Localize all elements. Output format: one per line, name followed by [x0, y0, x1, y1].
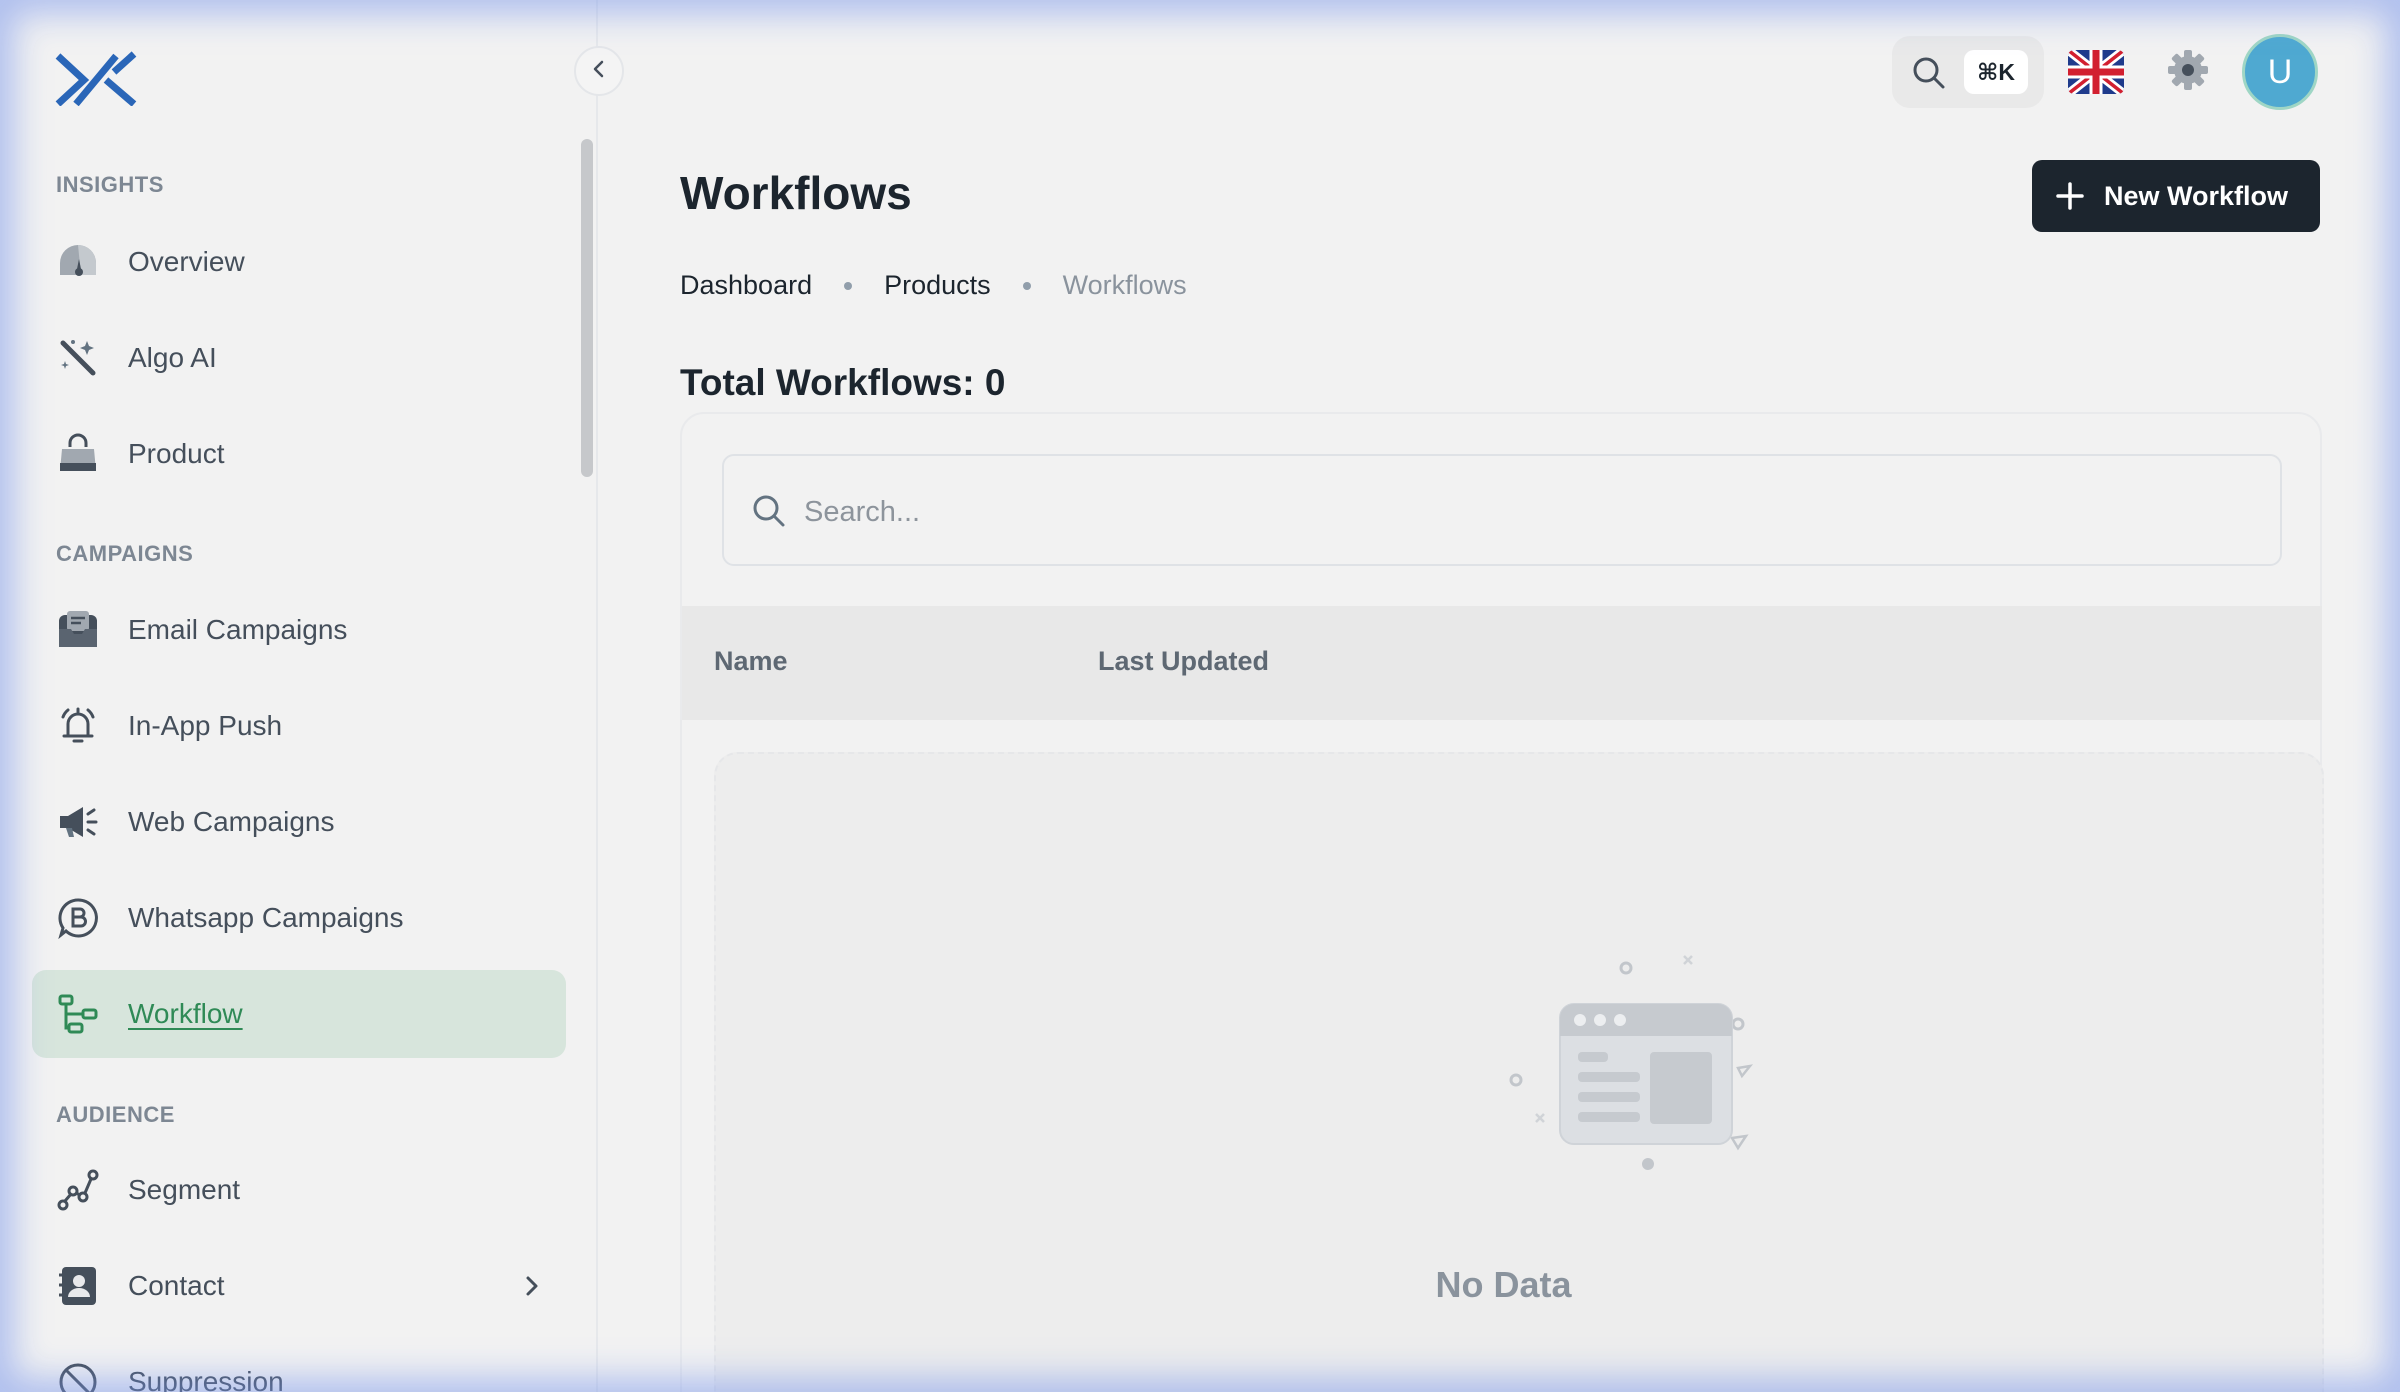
sidebar-item-label: Suppression	[128, 1366, 284, 1392]
table-header: Name Last Updated	[682, 606, 2322, 720]
breadcrumb-separator	[1022, 281, 1031, 290]
bell-ring-icon	[56, 704, 100, 748]
sidebar-item-overview[interactable]: Overview	[32, 218, 566, 306]
sidebar-item-label: Overview	[128, 246, 245, 277]
plus-icon	[2054, 180, 2086, 219]
magic-wand-icon	[56, 336, 100, 380]
sidebar-item-label: In-App Push	[128, 710, 283, 741]
sidebar-item-web-campaigns[interactable]: Web Campaigns	[32, 778, 566, 866]
page-title: Workflows	[680, 167, 912, 219]
global-search-button[interactable]: ⌘K	[1892, 36, 2044, 108]
brand-logo[interactable]	[54, 50, 138, 107]
empty-data-illustration	[1506, 948, 1786, 1233]
sidebar-item-product[interactable]: Product	[32, 410, 566, 498]
shortcut-badge: ⌘K	[1964, 50, 2028, 94]
sidebar-item-label: Segment	[128, 1174, 241, 1205]
breadcrumb-products[interactable]: Products	[884, 270, 991, 301]
sidebar-item-suppression[interactable]: Suppression	[32, 1338, 566, 1392]
sidebar-item-in-app-push[interactable]: In-App Push	[32, 682, 566, 770]
megaphone-icon	[56, 800, 100, 844]
new-workflow-label: New Workflow	[2104, 180, 2289, 211]
user-avatar[interactable]: U	[2242, 34, 2318, 110]
total-workflows-count: Total Workflows: 0	[680, 362, 1006, 403]
chevron-left-icon	[589, 57, 609, 86]
gear-icon[interactable]	[2166, 48, 2210, 97]
sidebar-item-label: Workflow	[128, 998, 243, 1029]
whatsapp-business-icon	[56, 896, 100, 940]
app-frame: INSIGHTS Overview Algo AI Product CAMPAI…	[0, 0, 2400, 1392]
sidebar-item-whatsapp-campaigns[interactable]: Whatsapp Campaigns	[32, 874, 566, 962]
breadcrumb-separator	[844, 281, 853, 290]
sidebar-item-segment[interactable]: Segment	[32, 1146, 566, 1234]
breadcrumb-workflows: Workflows	[1062, 270, 1187, 300]
search-icon	[1912, 56, 1946, 95]
workflows-table-card: Name Last Updated	[680, 412, 2324, 1392]
new-workflow-button[interactable]: New Workflow	[2032, 160, 2320, 232]
sidebar: INSIGHTS Overview Algo AI Product CAMPAI…	[0, 0, 598, 1392]
contact-card-icon	[56, 1264, 100, 1308]
search-input[interactable]	[804, 482, 2204, 542]
chevron-right-icon[interactable]	[520, 1272, 544, 1305]
sidebar-item-algo-ai[interactable]: Algo AI	[32, 314, 566, 402]
workflow-icon	[56, 992, 100, 1036]
empty-state: No Data	[714, 752, 2324, 1392]
breadcrumb: Dashboard Products Workflows	[680, 270, 1187, 301]
mail-inbox-icon	[56, 608, 100, 652]
uk-flag-icon[interactable]	[2068, 50, 2124, 99]
block-icon	[56, 1360, 100, 1392]
column-header-name[interactable]: Name	[714, 646, 788, 677]
sidebar-item-label: Product	[128, 438, 225, 469]
collapse-sidebar-button[interactable]	[574, 46, 624, 96]
sidebar-item-label: Contact	[128, 1270, 225, 1301]
section-title-audience: AUDIENCE	[56, 1102, 175, 1127]
sidebar-item-label: Email Campaigns	[128, 614, 348, 645]
dashboard-gauge-icon	[56, 240, 100, 284]
sidebar-item-workflow[interactable]: Workflow	[32, 970, 566, 1058]
segment-graph-icon	[56, 1168, 100, 1212]
section-title-campaigns: CAMPAIGNS	[56, 541, 194, 566]
sidebar-item-label: Algo AI	[128, 342, 217, 373]
shopping-bag-icon	[56, 432, 100, 476]
sidebar-scrollbar[interactable]	[581, 139, 593, 477]
sidebar-item-email-campaigns[interactable]: Email Campaigns	[32, 586, 566, 674]
breadcrumb-dashboard[interactable]: Dashboard	[680, 270, 812, 301]
empty-state-text: No Data	[1435, 1264, 1572, 1305]
column-header-last-updated[interactable]: Last Updated	[1098, 646, 1269, 677]
search-field[interactable]	[722, 454, 2282, 566]
section-title-insights: INSIGHTS	[56, 172, 164, 197]
search-icon	[752, 494, 786, 533]
sidebar-item-label: Web Campaigns	[128, 806, 335, 837]
sidebar-item-label: Whatsapp Campaigns	[128, 902, 404, 933]
sidebar-item-contact[interactable]: Contact	[32, 1242, 566, 1330]
